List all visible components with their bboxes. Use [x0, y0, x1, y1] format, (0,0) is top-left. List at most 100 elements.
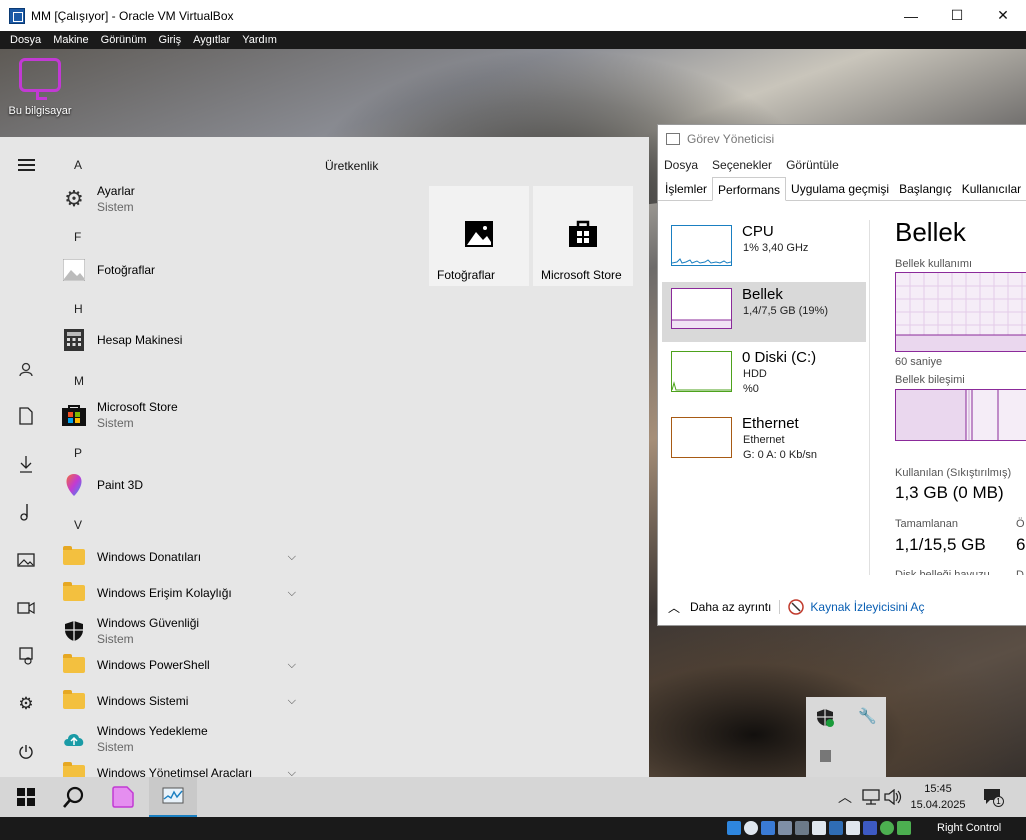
virtualization-icon[interactable] [863, 821, 877, 835]
wrench-icon[interactable]: 🔧 [858, 707, 877, 725]
minimize-button[interactable]: — [888, 0, 934, 31]
letter-header[interactable]: F [74, 230, 81, 244]
videos-button[interactable] [0, 588, 52, 628]
display-icon[interactable] [829, 821, 843, 835]
expand-menu-button[interactable] [0, 145, 52, 185]
documents-button[interactable] [0, 396, 52, 436]
resource-cpu[interactable]: CPU 1% 3,40 GHz [662, 219, 866, 279]
app-hesap-makinesi[interactable]: Hesap Makinesi [62, 328, 302, 352]
pictures-button[interactable] [0, 540, 52, 580]
tm-menu-secenekler[interactable]: Seçenekler [712, 158, 772, 172]
app-windows-yonetimsel-araclari[interactable]: Windows Yönetimsel Araçları ⌵ [62, 761, 302, 777]
power-button[interactable] [0, 732, 52, 772]
disk-graph-line [671, 381, 731, 391]
app-ayarlar[interactable]: ⚙ Ayarlar Sistem [62, 184, 302, 214]
taskbar-notes-app[interactable] [99, 777, 147, 817]
hard-disk-icon[interactable] [727, 821, 741, 835]
tile-group-title[interactable]: Üretkenlik [325, 159, 378, 173]
tile-microsoft-store[interactable]: Microsoft Store [533, 186, 633, 286]
paged-pool-label: Disk belleği havuzu [895, 569, 990, 575]
app-name: Hesap Makinesi [97, 333, 183, 347]
menu-aygitlar[interactable]: Aygıtlar [187, 34, 236, 46]
letter-header[interactable]: H [74, 302, 83, 316]
pane-divider[interactable] [869, 220, 870, 575]
resource-memory[interactable]: Bellek 1,4/7,5 GB (19%) [662, 282, 866, 342]
network-icon[interactable] [862, 789, 880, 805]
app-microsoft-store[interactable]: Microsoft Store Sistem [62, 400, 302, 430]
app-windows-guvenligi[interactable]: Windows Güvenliği Sistem [62, 616, 302, 646]
letter-header[interactable]: A [74, 158, 82, 172]
ethernet-mini-graph [671, 417, 732, 458]
folder-icon [63, 546, 85, 565]
memory-composition-segments [896, 390, 999, 440]
host-key-label[interactable]: Right Control [937, 822, 1001, 834]
network-adapter-icon[interactable] [778, 821, 792, 835]
shield-icon [62, 619, 86, 643]
resource-disk[interactable]: 0 Diski (C:) HDD %0 [662, 345, 866, 405]
non-paged-pool-label: D [1016, 569, 1024, 575]
folder-icon [63, 654, 85, 673]
resource-ethernet[interactable]: Ethernet Ethernet G: 0 A: 0 Kb/sn [662, 411, 866, 471]
menu-giris[interactable]: Giriş [153, 34, 188, 46]
tile-fotograflar[interactable]: Fotoğraflar [429, 186, 529, 286]
committed-value: 1,1/15,5 GB [895, 535, 986, 554]
search-button[interactable] [50, 777, 98, 817]
notification-count: 1 [993, 796, 1004, 807]
app-paint-3d[interactable]: Paint 3D [62, 473, 302, 497]
audio-icon[interactable] [761, 821, 775, 835]
action-center-button[interactable]: 1 [982, 787, 1004, 807]
downloads-button[interactable] [0, 444, 52, 484]
memory-composition-bar [895, 389, 1026, 441]
usb-icon[interactable] [795, 821, 809, 835]
chevron-up-icon[interactable]: ︿ [838, 787, 852, 807]
security-shield-icon[interactable] [816, 708, 836, 728]
tab-uygulama-gecmisi[interactable]: Uygulama geçmişi [786, 177, 894, 201]
letter-header[interactable]: P [74, 446, 82, 460]
tab-islemler[interactable]: İşlemler [660, 177, 712, 201]
app-list: A ⚙ Ayarlar Sistem F Fotoğraflar H Hesap … [62, 137, 310, 777]
letter-header[interactable]: M [74, 374, 84, 388]
menu-yardim[interactable]: Yardım [236, 34, 283, 46]
tm-menu-dosya[interactable]: Dosya [664, 158, 698, 172]
tab-performans[interactable]: Performans [712, 177, 787, 201]
clock-time: 15:45 [924, 783, 952, 795]
power-icon [19, 745, 33, 759]
system-clock[interactable]: 15:45 15.04.2025 [904, 781, 972, 813]
tab-kullanicilar[interactable]: Kullanıcılar [957, 177, 1026, 201]
user-account-button[interactable] [0, 349, 52, 389]
music-button[interactable] [0, 492, 52, 532]
app-tray-icon[interactable] [820, 750, 831, 762]
optical-drive-icon[interactable] [744, 821, 758, 835]
photos-icon [465, 221, 493, 247]
app-windows-powershell[interactable]: Windows PowerShell ⌵ [62, 653, 302, 677]
app-windows-sistemi[interactable]: Windows Sistemi ⌵ [62, 689, 302, 713]
recording-icon[interactable] [846, 821, 860, 835]
vbox-menubar: Dosya Makine Görünüm Giriş Aygıtlar Yard… [0, 31, 1026, 49]
app-windows-donatilari[interactable]: Windows Donatıları ⌵ [62, 545, 302, 569]
app-fotograflar[interactable]: Fotoğraflar [62, 258, 302, 282]
keyboard-capture-icon[interactable] [897, 821, 911, 835]
maximize-button[interactable]: ☐ [934, 0, 980, 31]
menu-gorunum[interactable]: Görünüm [95, 34, 153, 46]
shared-folders-icon[interactable] [812, 821, 826, 835]
calculator-icon [62, 328, 86, 352]
app-windows-erisim-kolayligi[interactable]: Windows Erişim Kolaylığı ⌵ [62, 581, 302, 605]
tab-baslangic[interactable]: Başlangıç [894, 177, 957, 201]
menu-makine[interactable]: Makine [47, 34, 94, 46]
start-button[interactable] [2, 777, 50, 817]
task-manager-taskbar-icon [162, 787, 184, 804]
tm-menu-goruntule[interactable]: Görüntüle [786, 158, 839, 172]
volume-icon[interactable] [884, 789, 902, 805]
desktop-icon-this-pc[interactable]: Bu bilgisayar [4, 55, 76, 117]
menu-dosya[interactable]: Dosya [4, 34, 47, 46]
mouse-integration-icon[interactable] [880, 821, 894, 835]
letter-header[interactable]: V [74, 518, 82, 532]
resource-monitor-link[interactable]: Kaynak İzleyicisini Aç [810, 600, 924, 614]
taskbar-task-manager[interactable] [149, 777, 197, 817]
settings-button[interactable]: ⚙ [0, 684, 52, 724]
app-name: Windows Erişim Kolaylığı [97, 586, 232, 600]
fewer-details-link[interactable]: Daha az ayrıntı [690, 600, 771, 614]
close-button[interactable]: ✕ [980, 0, 1026, 31]
network-button[interactable] [0, 636, 52, 676]
app-windows-yedekleme[interactable]: Windows Yedekleme Sistem [62, 724, 302, 754]
